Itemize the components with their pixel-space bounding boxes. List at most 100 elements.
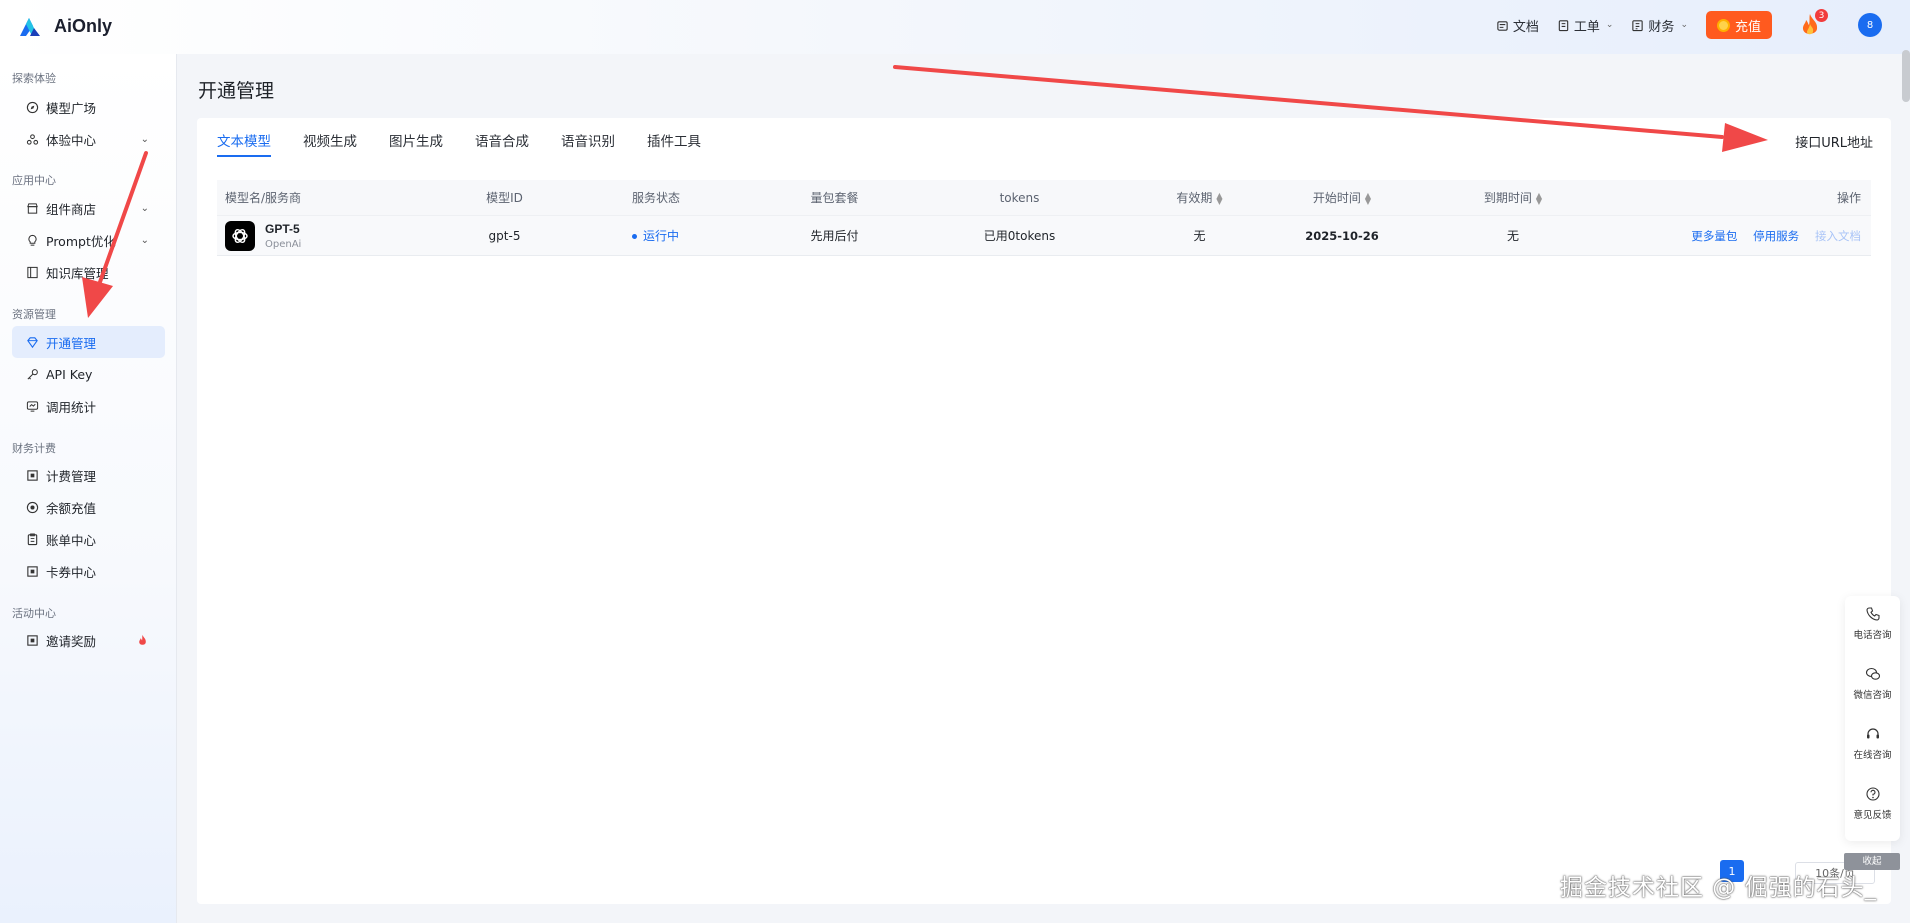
sidebar-item-label: API Key <box>46 366 93 382</box>
sidebar: 探索体验 模型广场 体验中心 ⌄ 应用中心 组件商店 ⌄ Prompt优化 ⌄ … <box>0 54 177 923</box>
tab-plugin[interactable]: 插件工具 <box>647 118 701 162</box>
chevron-down-icon: ⌄ <box>1680 20 1688 30</box>
nav-docs[interactable]: 文档 <box>1496 16 1539 35</box>
sidebar-section-title: 活动中心 <box>12 607 56 620</box>
end-time-cell: 无 <box>1506 229 1519 243</box>
column-header-label: 开始时间 <box>1312 191 1361 205</box>
sidebar-item-model-square[interactable]: 模型广场 <box>12 91 165 123</box>
headset-icon <box>1866 728 1879 739</box>
coupon-icon <box>27 565 38 577</box>
bulb-icon <box>28 234 37 246</box>
tab-image[interactable]: 图片生成 <box>389 118 443 162</box>
tab-tts[interactable]: 语音合成 <box>475 118 529 162</box>
nav-docs-label: 文档 <box>1512 19 1539 35</box>
question-icon <box>1865 787 1880 801</box>
activity-fire-button[interactable]: 3 <box>1798 9 1828 38</box>
chevron-down-icon: ⌄ <box>140 202 149 214</box>
sidebar-item-label: 模型广场 <box>46 100 97 116</box>
column-header-start-time[interactable]: 开始时间 ▲ ▼ <box>1257 189 1427 206</box>
sidebar-item-label: 组件商店 <box>46 201 97 217</box>
column-header-label: 到期时间 <box>1483 191 1532 205</box>
sidebar-item-label: 账单中心 <box>46 532 97 548</box>
tab-text-model[interactable]: 文本模型 <box>217 118 271 162</box>
column-header-validity[interactable]: 有效期 ▲ ▼ <box>1142 189 1257 206</box>
nav-finance[interactable]: 财务 ⌄ <box>1631 16 1688 35</box>
invite-icon <box>27 634 38 646</box>
store-icon <box>27 202 38 214</box>
column-header: 模型ID <box>486 191 523 205</box>
sidebar-item-prompt[interactable]: Prompt优化 ⌄ <box>12 224 165 256</box>
wechat-icon <box>1865 667 1880 680</box>
sidebar-section-title: 资源管理 <box>12 308 56 321</box>
start-time-cell: 2025-10-26 <box>1305 228 1379 243</box>
chevron-down-icon: ⌄ <box>1605 20 1614 30</box>
ticket-icon <box>1558 19 1569 31</box>
sidebar-item-label: 邀请奖励 <box>46 633 97 649</box>
column-header: tokens <box>999 190 1040 205</box>
sidebar-item-activation[interactable]: 开通管理 <box>12 326 165 358</box>
brand-name: AiOnly <box>54 15 113 36</box>
sidebar-item-api-key[interactable]: API Key <box>12 358 165 390</box>
wechat-consult[interactable]: 微信咨询 <box>1845 666 1900 701</box>
nav-finance-label: 财务 <box>1648 19 1675 35</box>
sidebar-item-experience[interactable]: 体验中心 ⌄ <box>12 123 165 155</box>
page-title: 开通管理 <box>198 80 275 102</box>
float-item-label: 微信咨询 <box>1853 690 1892 701</box>
table-header: 模型名/服务商 模型ID 服务状态 量包套餐 tokens 有效期 ▲ ▼ 开始时间… <box>217 180 1871 216</box>
float-item-label: 意见反馈 <box>1853 810 1892 821</box>
feedback[interactable]: 意见反馈 <box>1845 786 1900 821</box>
column-header-end-time[interactable]: 到期时间 ▲ ▼ <box>1427 189 1599 206</box>
sidebar-item-label: 余额充值 <box>46 500 97 516</box>
sort-icon[interactable]: ▲ ▼ <box>1365 191 1371 205</box>
nav-ticket[interactable]: 工单 ⌄ <box>1557 16 1614 35</box>
sidebar-item-billing[interactable]: 计费管理 <box>12 459 165 491</box>
hot-flame-icon <box>139 634 146 645</box>
sort-icon[interactable]: ▲ ▼ <box>1216 191 1222 205</box>
column-header: 操作 <box>1836 191 1861 205</box>
api-url-link[interactable]: 接口URL地址 <box>1795 132 1873 151</box>
recharge-label: 充值 <box>1734 19 1761 35</box>
key-icon <box>27 368 38 380</box>
sidebar-item-coupon[interactable]: 卡券中心 <box>12 555 165 587</box>
sidebar-item-label: 调用统计 <box>46 399 97 415</box>
phone-consult[interactable]: 电话咨询 <box>1845 606 1900 641</box>
model-vendor: OpenAi <box>265 238 302 250</box>
sidebar-item-usage-stats[interactable]: 调用统计 <box>12 390 165 422</box>
sidebar-item-store[interactable]: 组件商店 ⌄ <box>12 192 165 224</box>
coin-icon <box>1716 18 1730 32</box>
stop-service-link[interactable]: 停用服务 <box>1753 229 1799 243</box>
tab-asr[interactable]: 语音识别 <box>561 118 615 162</box>
billing-icon <box>27 469 38 481</box>
book-icon <box>27 266 38 278</box>
access-docs-link[interactable]: 接入文档 <box>1815 229 1861 243</box>
validity-cell: 无 <box>1193 229 1206 243</box>
column-header: 服务状态 <box>632 191 681 205</box>
notification-badge: 3 <box>1815 9 1828 22</box>
brand-logo[interactable]: AiOnly <box>18 14 112 38</box>
status-dot <box>632 234 637 239</box>
main-panel: 文本模型 视频生成 图片生成 语音合成 语音识别 插件工具 接口URL地址 模型… <box>197 118 1891 904</box>
sort-icon[interactable]: ▲ ▼ <box>1536 191 1542 205</box>
page-scrollbar[interactable] <box>1902 50 1910 102</box>
float-item-label: 电话咨询 <box>1853 630 1892 641</box>
finance-icon <box>1632 19 1644 31</box>
tokens-cell: 已用0tokens <box>983 229 1056 243</box>
sidebar-item-invite[interactable]: 邀请奖励 <box>12 624 165 656</box>
more-packages-link[interactable]: 更多量包 <box>1691 229 1737 243</box>
recharge-button[interactable]: 充值 <box>1705 11 1772 39</box>
sidebar-item-knowledge[interactable]: 知识库管理 <box>12 256 165 288</box>
balance-icon <box>26 501 39 513</box>
column-header-label: 有效期 <box>1176 191 1213 205</box>
online-consult[interactable]: 在线咨询 <box>1845 726 1900 761</box>
sidebar-item-balance[interactable]: 余额充值 <box>12 491 165 523</box>
floating-contact-bar: 电话咨询 微信咨询 在线咨询 意见反馈 <box>1845 596 1900 841</box>
column-header: 模型名/服务商 <box>225 191 302 205</box>
sidebar-section-title: 应用中心 <box>12 174 56 187</box>
actions-cell: 更多量包 停用服务 接入文档 <box>1599 228 1871 244</box>
tab-video[interactable]: 视频生成 <box>303 118 357 162</box>
openai-logo-icon <box>225 220 255 251</box>
user-avatar[interactable]: 8 <box>1858 13 1882 37</box>
sidebar-item-bill-center[interactable]: 账单中心 <box>12 523 165 555</box>
phone-icon <box>1865 607 1880 621</box>
nav-ticket-label: 工单 <box>1573 19 1600 35</box>
